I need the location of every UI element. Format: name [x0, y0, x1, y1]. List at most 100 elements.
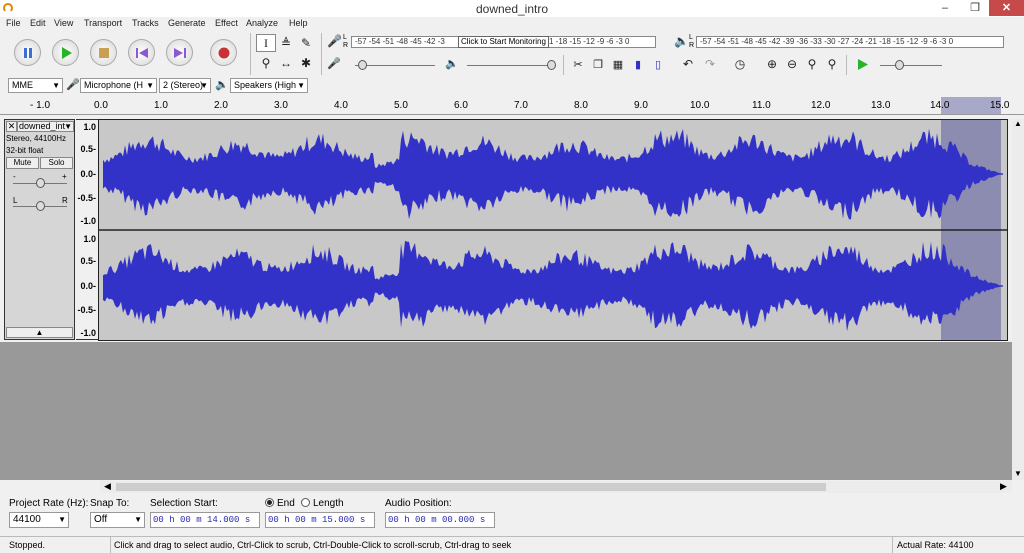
undo-icon: ↶	[682, 57, 694, 71]
output-volume-icon: 🔈	[445, 58, 459, 70]
menu-generate[interactable]: Generate	[168, 18, 206, 28]
time-shift-tool[interactable]: ↔	[276, 54, 296, 72]
selection-start-label: Selection Start:	[150, 498, 218, 509]
ruler-tick: 6.0	[454, 100, 468, 111]
waveform-area[interactable]	[98, 119, 1008, 341]
output-volume-slider[interactable]	[467, 65, 555, 66]
record-button[interactable]	[210, 39, 237, 66]
track-name-menu[interactable]: downed_int ▼	[17, 121, 74, 132]
gain-thumb[interactable]	[36, 178, 45, 188]
mute-button[interactable]: Mute	[6, 157, 39, 169]
timeline-ruler[interactable]: - 1.0 0.0 1.0 2.0 3.0 4.0 5.0 6.0 7.0 8.…	[0, 97, 1024, 115]
selection-end-field[interactable]: 00 h 00 m 15.000 s	[265, 512, 375, 528]
multi-tool[interactable]: ✱	[296, 54, 316, 72]
zoom-in-icon: ⊕	[766, 57, 778, 71]
monitor-tooltip[interactable]: Click to Start Monitoring	[458, 36, 549, 48]
paste-button[interactable]: ▦	[608, 55, 628, 73]
project-rate-label: Project Rate (Hz):	[9, 498, 89, 509]
cut-button[interactable]: ✂	[568, 55, 588, 73]
solo-button[interactable]: Solo	[40, 157, 73, 169]
menu-effect[interactable]: Effect	[215, 18, 238, 28]
silence-button[interactable]: ▯	[648, 55, 668, 73]
horizontal-scrollbar[interactable]: ◀ ▶	[100, 481, 1012, 493]
scroll-thumb[interactable]	[116, 483, 826, 491]
title-bar: downed_intro – ❐ ✕	[0, 0, 1024, 17]
audio-position-field[interactable]: 00 h 00 m 00.000 s	[385, 512, 495, 528]
redo-button[interactable]: ↷	[700, 55, 720, 73]
record-meter-toolbar: 🎤 L R -57 -54 -51 -48 -45 -42 -3 Click t…	[325, 33, 665, 53]
input-volume-slider[interactable]	[355, 65, 435, 66]
ruler-tick: 10.0	[690, 100, 710, 111]
close-button[interactable]: ✕	[989, 0, 1024, 16]
snap-to-select[interactable]: Off ▼	[90, 512, 145, 528]
selection-tool[interactable]: I	[256, 34, 276, 52]
waveform[interactable]	[99, 120, 1007, 340]
undo-button[interactable]: ↶	[678, 55, 698, 73]
track-close-button[interactable]: ✕	[6, 121, 17, 132]
menu-tracks[interactable]: Tracks	[132, 18, 159, 28]
ruler-tick: 11.0	[752, 100, 771, 111]
fit-selection-button[interactable]: ⚲	[802, 55, 822, 73]
play-icon	[857, 58, 868, 70]
skip-to-end-button[interactable]	[166, 39, 193, 66]
zoom-out-icon: ⊖	[786, 57, 798, 71]
menu-help[interactable]: Help	[289, 18, 308, 28]
trim-button[interactable]: ▮	[628, 55, 648, 73]
chevron-down-icon: ▼	[52, 81, 60, 90]
amplitude-label: 0.5-	[80, 256, 96, 266]
edit-toolbar: ✂ ❐ ▦ ▮ ▯ ↶ ↷ ◷	[566, 55, 756, 75]
playback-device-icon: 🔈	[215, 79, 229, 91]
scroll-right-icon[interactable]: ▶	[1000, 481, 1007, 492]
zoom-out-button[interactable]: ⊖	[782, 55, 802, 73]
snap-to-label: Snap To:	[90, 498, 130, 509]
playback-device-select[interactable]: Speakers (High ▼	[230, 78, 308, 93]
zoom-toolbar: ⊕ ⊖ ⚲ ⚲	[760, 55, 850, 75]
minimize-button[interactable]: –	[930, 0, 960, 16]
restore-button[interactable]: ❐	[960, 0, 990, 16]
sync-lock-button[interactable]: ◷	[730, 55, 750, 73]
speed-thumb[interactable]	[895, 60, 904, 70]
fit-project-button[interactable]: ⚲	[822, 55, 842, 73]
stop-button[interactable]	[90, 39, 117, 66]
ruler-tick: 0.0	[94, 100, 108, 111]
input-volume-thumb[interactable]	[358, 60, 367, 70]
playback-device-value: Speakers (High	[234, 80, 297, 90]
draw-tool[interactable]: ✎	[296, 34, 316, 52]
channels-select[interactable]: 2 (Stereo) ▼	[159, 78, 211, 93]
scroll-left-icon[interactable]: ◀	[104, 481, 111, 492]
vertical-scrollbar[interactable]: ▲ ▼	[1012, 119, 1024, 480]
ruler-tick: 15.0	[990, 100, 1010, 111]
output-volume-thumb[interactable]	[547, 60, 556, 70]
menu-analyze[interactable]: Analyze	[246, 18, 278, 28]
empty-track-area[interactable]	[0, 342, 1024, 480]
play-button[interactable]	[52, 39, 79, 66]
chevron-down-icon: ▼	[134, 515, 142, 524]
menu-file[interactable]: File	[6, 18, 21, 28]
amplitude-label: 0.0-	[80, 169, 96, 179]
envelope-tool[interactable]: ≜	[276, 34, 296, 52]
collapse-track-button[interactable]: ▲	[6, 327, 73, 338]
zoom-in-button[interactable]: ⊕	[762, 55, 782, 73]
menu-transport[interactable]: Transport	[84, 18, 122, 28]
skip-to-start-button[interactable]	[128, 39, 155, 66]
zoom-tool[interactable]: ⚲	[256, 54, 276, 72]
menu-edit[interactable]: Edit	[30, 18, 46, 28]
scroll-down-icon[interactable]: ▼	[1014, 469, 1022, 478]
play-at-speed-button[interactable]	[852, 55, 872, 73]
project-rate-select[interactable]: 44100 ▼	[9, 512, 69, 528]
audio-host-select[interactable]: MME ▼	[8, 78, 63, 93]
ruler-tick: 4.0	[334, 100, 348, 111]
end-radio[interactable]	[265, 498, 274, 507]
pan-thumb[interactable]	[36, 201, 45, 211]
toolbar-divider	[846, 55, 847, 75]
recording-device-select[interactable]: Microphone (H ▼	[80, 78, 157, 93]
scroll-up-icon[interactable]: ▲	[1014, 119, 1022, 128]
speaker-icon: 🔈	[674, 34, 689, 48]
speed-slider[interactable]	[880, 65, 942, 66]
length-radio[interactable]	[301, 498, 310, 507]
selection-start-field[interactable]: 00 h 00 m 14.000 s	[150, 512, 260, 528]
menu-view[interactable]: View	[54, 18, 73, 28]
copy-button[interactable]: ❐	[588, 55, 608, 73]
pause-button[interactable]	[14, 39, 41, 66]
play-meter[interactable]: -57 -54 -51 -48 -45 -42 -39 -36 -33 -30 …	[696, 36, 1004, 48]
